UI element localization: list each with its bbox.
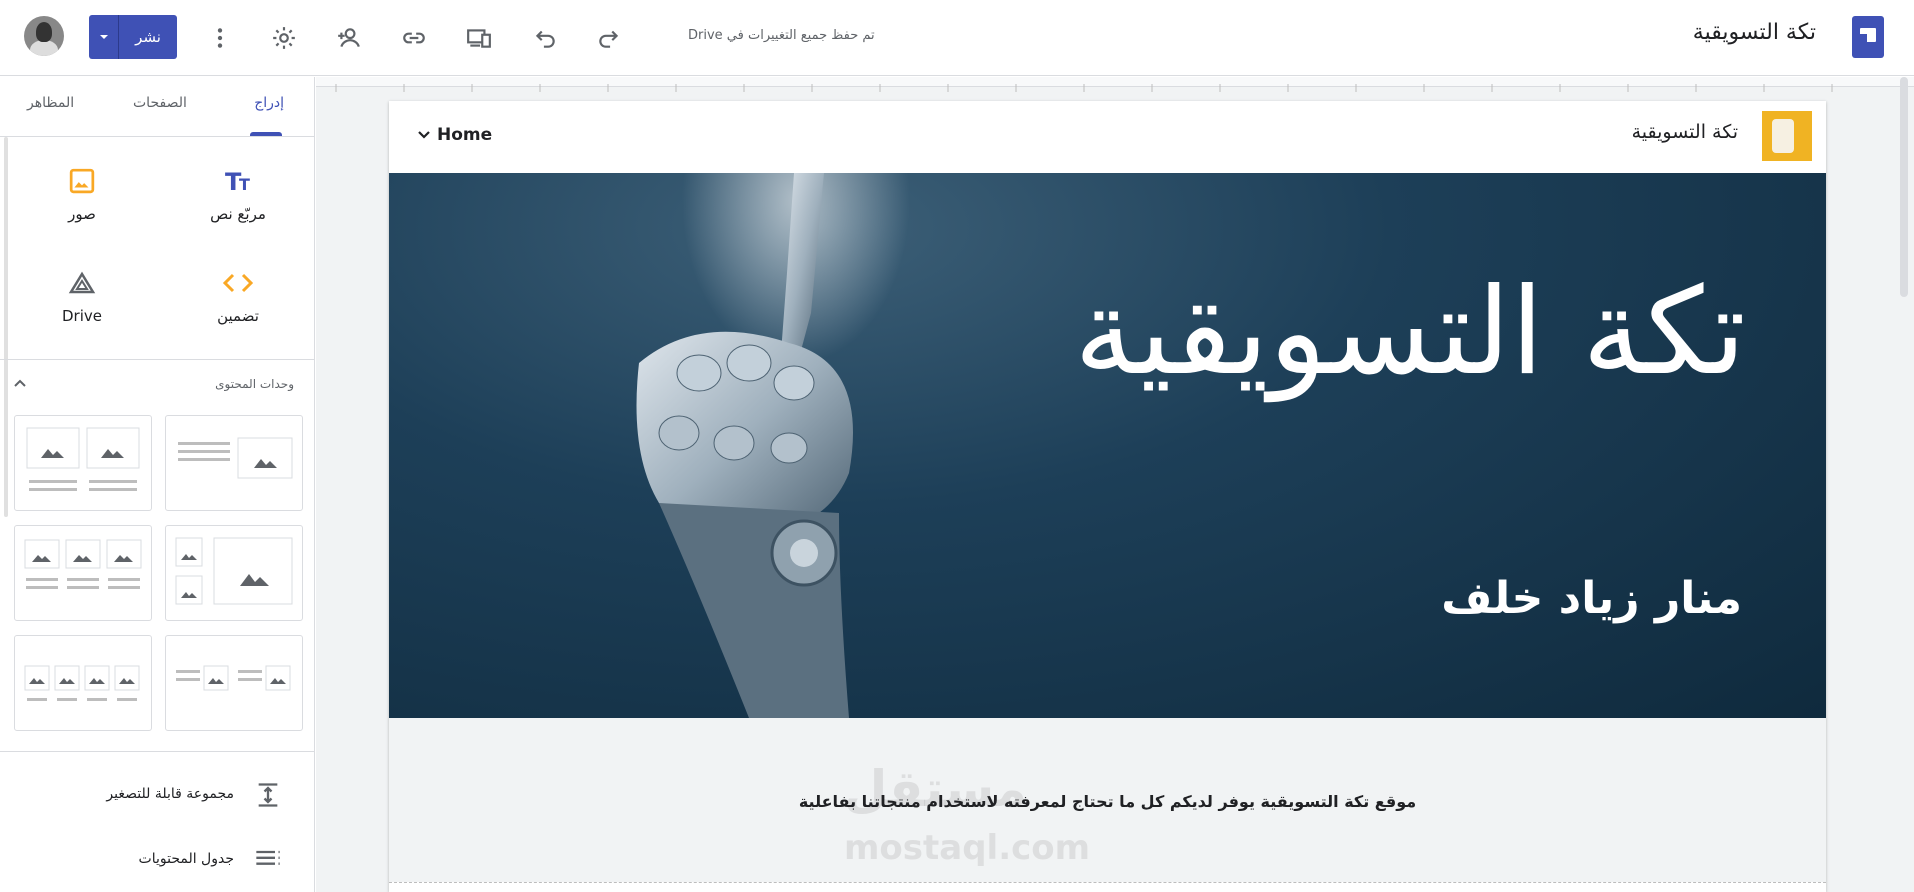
- text-box-icon: TT: [178, 163, 298, 199]
- embed-label: تضمين: [217, 307, 259, 325]
- tab-themes[interactable]: المظاهر: [27, 95, 74, 111]
- google-sites-logo-icon[interactable]: [1852, 16, 1884, 58]
- table-of-contents-icon: [254, 847, 282, 875]
- hero-title[interactable]: تكة التسويقية: [1074, 263, 1746, 402]
- avatar[interactable]: [24, 16, 64, 56]
- body-text[interactable]: موقع تكة التسويقية يوفر لديكم كل ما تحتا…: [389, 792, 1826, 811]
- divider: [0, 359, 314, 360]
- divider: [0, 751, 314, 752]
- publish-dropdown-icon[interactable]: [89, 15, 119, 59]
- site-name[interactable]: تكة التسويقية: [1632, 121, 1738, 143]
- hero-banner[interactable]: تكة التسويقية منار زياد خلف: [389, 173, 1826, 718]
- table-of-contents-item[interactable]: جدول المحتويات: [139, 851, 234, 867]
- ruler: [316, 77, 1914, 92]
- publish-button[interactable]: نشر: [89, 15, 177, 59]
- publish-label: نشر: [135, 28, 161, 46]
- nav-home[interactable]: Home: [417, 125, 492, 145]
- tab-pages[interactable]: الصفحات: [133, 95, 187, 111]
- document-title[interactable]: تكة التسويقية: [1693, 20, 1816, 45]
- top-bar: تكة التسويقية تم حفظ جميع التغييرات في D…: [0, 0, 1914, 76]
- sidebar-tabs: إدراج الصفحات المظاهر: [0, 77, 314, 137]
- site-page: تكة التسويقية Home تكة التسويقية منار زي…: [389, 101, 1826, 892]
- images-tool[interactable]: صور: [22, 163, 142, 223]
- robot-hand-image: [549, 173, 929, 718]
- layout-card[interactable]: [165, 635, 303, 731]
- drive-tool[interactable]: Drive: [22, 265, 142, 325]
- active-tab-indicator: [250, 132, 282, 136]
- content-blocks-title: وحدات المحتوى: [215, 377, 294, 391]
- nav-home-label: Home: [437, 125, 493, 145]
- svg-text:T: T: [239, 175, 250, 194]
- redo-icon[interactable]: [593, 22, 625, 54]
- undo-icon[interactable]: [529, 22, 561, 54]
- embed-tool[interactable]: تضمين: [178, 265, 298, 325]
- sidebar-scrollbar[interactable]: [4, 137, 8, 517]
- content-section[interactable]: مستقل mostaql.com موقع تكة التسويقية يوف…: [389, 718, 1826, 892]
- chevron-down-icon: [418, 131, 430, 139]
- site-header[interactable]: تكة التسويقية Home: [389, 101, 1826, 173]
- text-box-label: مربّع نص: [210, 205, 266, 223]
- collapsible-group-item[interactable]: مجموعة قابلة للتصغير: [106, 786, 234, 802]
- link-icon[interactable]: [398, 22, 430, 54]
- images-label: صور: [68, 205, 96, 223]
- collapse-chevron-up-icon[interactable]: [12, 375, 28, 395]
- insert-panel: إدراج الصفحات المظاهر TT مربّع نص صور تض…: [0, 77, 315, 892]
- editor-canvas: تكة التسويقية Home تكة التسويقية منار زي…: [316, 77, 1914, 892]
- share-icon[interactable]: [333, 22, 365, 54]
- text-box-tool[interactable]: TT مربّع نص: [178, 163, 298, 223]
- settings-icon[interactable]: [268, 22, 300, 54]
- hero-subtitle[interactable]: منار زياد خلف: [1441, 573, 1742, 624]
- site-logo[interactable]: [1762, 111, 1812, 161]
- watermark-url: mostaql.com: [844, 828, 1091, 868]
- image-icon: [22, 163, 142, 199]
- layout-card[interactable]: [165, 525, 303, 621]
- tab-insert[interactable]: إدراج: [254, 95, 284, 111]
- saved-status: تم حفظ جميع التغييرات في Drive: [688, 28, 875, 43]
- layout-card[interactable]: [14, 635, 152, 731]
- layout-card[interactable]: [14, 415, 152, 511]
- drive-icon: [22, 265, 142, 301]
- layout-card[interactable]: [165, 415, 303, 511]
- section-divider: [389, 882, 1826, 892]
- canvas-scrollbar[interactable]: [1900, 77, 1908, 297]
- drive-label: Drive: [62, 307, 102, 325]
- more-options-icon[interactable]: [204, 22, 236, 54]
- preview-icon[interactable]: [463, 22, 495, 54]
- layout-card[interactable]: [14, 525, 152, 621]
- embed-icon: [178, 265, 298, 301]
- collapsible-group-icon: [254, 781, 282, 813]
